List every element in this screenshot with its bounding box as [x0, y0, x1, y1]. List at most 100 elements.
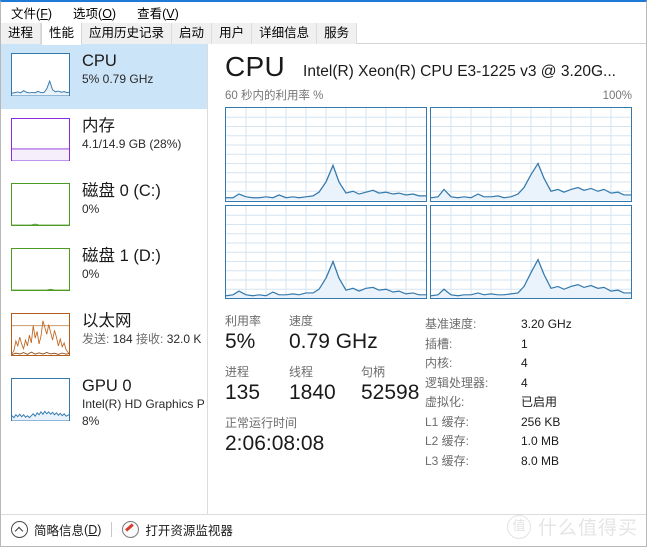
spec-row-base-speed: 基准速度: 3.20 GHz [425, 315, 638, 335]
resource-sidebar: CPU 5% 0.79 GHz 内存 4.1/14.9 GB (28%) 磁盘 … [1, 44, 208, 514]
spec-row-cores: 内核: 4 [425, 354, 638, 374]
tab-details[interactable]: 详细信息 [252, 23, 318, 44]
menu-item-file[interactable]: 文件(F) [7, 2, 61, 23]
fewer-details-button[interactable]: 简略信息(D) [11, 520, 101, 539]
cpu-core-graph-1[interactable] [430, 107, 632, 202]
stat-handles: 句柄 52598 [361, 364, 419, 406]
spec-label-virtualization: 虚拟化: [425, 395, 465, 409]
cpu-core-graph-2[interactable] [225, 204, 427, 299]
sidebar-item-disk-1-sub: 0% [82, 267, 100, 281]
watermark-badge: 值 [506, 514, 531, 539]
cpu-core-graph-3-svg [431, 205, 631, 298]
sidebar-item-memory-text: 内存 4.1/14.9 GB (28%) [82, 116, 181, 153]
tab-processes[interactable]: 进程 [1, 23, 42, 44]
spec-label-cores: 内核: [425, 356, 453, 370]
cpu-core-graph-0[interactable] [225, 107, 427, 202]
sidebar-item-ethernet-text: 以太网 发送: 184 接收: 32.0 K [82, 311, 201, 348]
sidebar-item-cpu-text: CPU 5% 0.79 GHz [82, 51, 153, 88]
stat-uptime: 正常运行时间 2:06:08:08 [225, 415, 324, 457]
sidebar-item-ethernet-title: 以太网 [82, 312, 132, 330]
sidebar-item-gpu-0[interactable]: GPU 0 Intel(R) HD Graphics P 8% [1, 369, 207, 434]
resource-monitor-icon [122, 521, 140, 538]
sidebar-item-gpu-0-title: GPU 0 [82, 377, 132, 395]
stat-threads: 线程 1840 [289, 364, 361, 406]
spec-value-logical-processors: 4 [521, 375, 528, 390]
spec-value-l1-cache: 256 KB [521, 414, 561, 429]
stat-uptime-value: 2:06:08:08 [225, 432, 325, 455]
cpu-header: CPU Intel(R) Xeon(R) CPU E3-1225 v3 @ 3.… [225, 44, 638, 84]
cpu-stats: 利用率 5% 速度 0.79 GHz 进程 135 线程 1840 句柄 525… [225, 313, 638, 471]
ethernet-recv-value: 32.0 K [166, 332, 202, 346]
spec-value-cores: 4 [521, 356, 528, 370]
spec-label-l3-cache: L3 缓存: [425, 453, 470, 468]
open-resource-monitor-label: 打开资源监视器 [145, 524, 233, 538]
sidebar-item-cpu[interactable]: CPU 5% 0.79 GHz [1, 44, 207, 109]
spec-value-base-speed: 3.20 GHz [521, 317, 572, 331]
content-area: CPU 5% 0.79 GHz 内存 4.1/14.9 GB (28%) 磁盘 … [1, 44, 646, 514]
status-bar: 简略信息(D) 打开资源监视器 值 什么值得买 [1, 514, 646, 544]
sidebar-item-cpu-sub: 5% 0.79 GHz [82, 72, 154, 86]
menu-item-view[interactable]: 查看(V) [133, 2, 188, 23]
sidebar-item-disk-0[interactable]: 磁盘 0 (C:) 0% [1, 174, 207, 239]
disk-0-thumbnail-svg [12, 223, 69, 226]
cpu-thumbnail-graph [11, 53, 70, 96]
tab-bar: 进程 性能 应用历史记录 启动 用户 详细信息 服务 [1, 22, 646, 45]
sidebar-item-cpu-title: CPU [82, 52, 117, 70]
sidebar-item-memory-sub: 4.1/14.9 GB (28%) [82, 137, 182, 151]
menu-bar: 文件(F) 选项(O) 查看(V) [1, 2, 646, 22]
tab-performance[interactable]: 性能 [41, 23, 83, 45]
cpu-core-graph-3[interactable] [430, 204, 632, 299]
stat-utilization-label: 利用率 [225, 314, 262, 328]
graph-axis-right-label: 100% [602, 90, 632, 102]
task-manager-window: 文件(F) 选项(O) 查看(V) 进程 性能 应用历史记录 启动 用户 详细信… [0, 0, 647, 547]
cpu-core-graph-1-svg [431, 108, 631, 201]
spec-label-base-speed: 基准速度: [425, 317, 477, 331]
disk-1-thumbnail-svg [12, 288, 69, 291]
stat-utilization: 利用率 5% [225, 313, 289, 355]
tab-startup[interactable]: 启动 [172, 23, 213, 44]
ethernet-send-label: 发送: [82, 332, 113, 346]
cpu-detail-panel: CPU Intel(R) Xeon(R) CPU E3-1225 v3 @ 3.… [208, 44, 646, 514]
tab-users[interactable]: 用户 [212, 23, 253, 44]
tab-services[interactable]: 服务 [317, 23, 358, 44]
spec-row-logical-processors: 逻辑处理器: 4 [425, 374, 638, 394]
stat-uptime-label: 正常运行时间 [225, 416, 298, 430]
menu-item-file-accel: F [40, 6, 48, 21]
cpu-core-graph-2-svg [226, 205, 426, 298]
spec-label-l1-cache: L1 缓存: [425, 414, 470, 429]
spec-value-virtualization: 已启用 [521, 395, 558, 409]
fewer-details-label: 简略信息 [34, 524, 85, 538]
menu-item-options[interactable]: 选项(O) [69, 2, 125, 23]
spec-label-l2-cache: L2 缓存: [425, 434, 470, 448]
sidebar-item-disk-0-sub: 0% [82, 202, 100, 216]
menu-item-view-accel: V [166, 6, 175, 21]
menu-item-options-accel: O [102, 6, 112, 21]
fewer-details-accel: D [88, 522, 98, 537]
ethernet-thumbnail-graph [11, 313, 70, 356]
chevron-up-icon [11, 521, 28, 538]
stat-speed-label: 速度 [289, 314, 314, 328]
open-resource-monitor-link[interactable]: 打开资源监视器 [122, 520, 233, 539]
spec-value-sockets: 1 [521, 336, 528, 351]
watermark-text: 什么值得买 [537, 518, 638, 539]
memory-thumbnail-graph [11, 118, 70, 161]
spec-label-sockets: 插槽: [425, 336, 453, 351]
menu-item-view-label: 查看 [137, 6, 163, 21]
sidebar-item-disk-1-text: 磁盘 1 (D:) 0% [82, 246, 161, 283]
sidebar-item-ethernet[interactable]: 以太网 发送: 184 接收: 32.0 K [1, 304, 207, 369]
spec-row-l2-cache: L2 缓存: 1.0 MB [425, 432, 638, 452]
stat-utilization-value: 5% [225, 330, 256, 353]
sidebar-item-disk-0-title: 磁盘 0 (C:) [82, 182, 161, 200]
gpu-0-thumbnail-svg [11, 410, 70, 421]
tab-app-history[interactable]: 应用历史记录 [82, 23, 173, 44]
sidebar-item-disk-1[interactable]: 磁盘 1 (D:) 0% [1, 239, 207, 304]
disk-0-thumbnail-graph [11, 183, 70, 226]
sidebar-item-memory[interactable]: 内存 4.1/14.9 GB (28%) [1, 109, 207, 174]
stat-threads-label: 线程 [289, 365, 314, 379]
stat-handles-label: 句柄 [361, 365, 386, 379]
ethernet-send-value: 184 [112, 332, 137, 346]
stat-threads-value: 1840 [289, 381, 336, 404]
sidebar-item-memory-title: 内存 [82, 117, 115, 135]
disk-1-thumbnail-graph [11, 248, 70, 291]
gpu-0-thumbnail-graph [11, 378, 70, 421]
